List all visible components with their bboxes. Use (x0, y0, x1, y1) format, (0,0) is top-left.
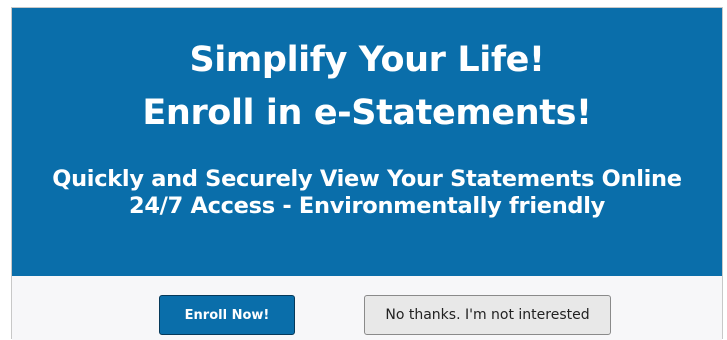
subheadline-line-1: Quickly and Securely View Your Statement… (52, 166, 682, 192)
headline-line-2: Enroll in e-Statements! (142, 93, 592, 133)
promo-subheadline: Quickly and Securely View Your Statement… (12, 166, 722, 220)
promo-banner: Simplify Your Life! Enroll in e-Statemen… (12, 8, 722, 276)
promo-headline: Simplify Your Life! Enroll in e-Statemen… (12, 34, 722, 140)
dialog-actions: Enroll Now! No thanks. I'm not intereste… (12, 276, 722, 340)
subheadline-line-2: 24/7 Access - Environmentally friendly (128, 193, 606, 219)
estatement-enrollment-dialog: Simplify Your Life! Enroll in e-Statemen… (11, 7, 723, 340)
headline-line-1: Simplify Your Life! (189, 40, 545, 80)
enroll-now-button[interactable]: Enroll Now! (159, 295, 295, 335)
decline-button[interactable]: No thanks. I'm not interested (364, 295, 611, 335)
